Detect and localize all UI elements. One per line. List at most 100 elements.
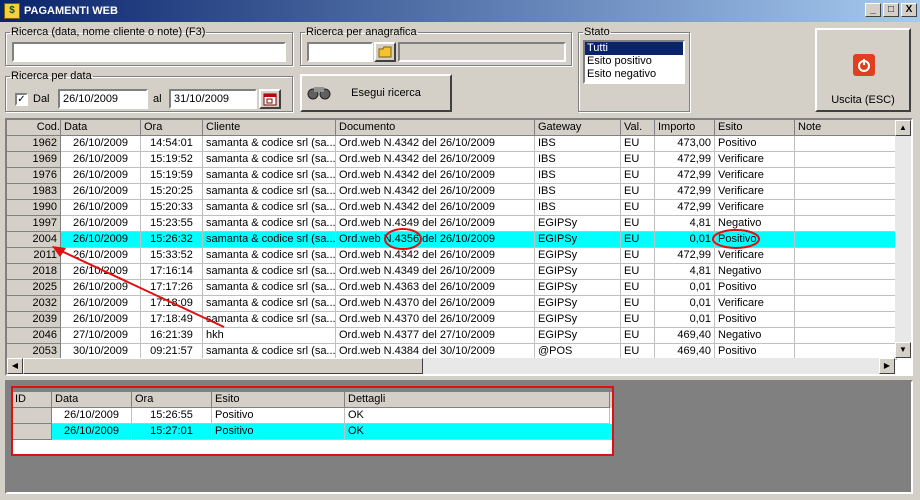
stato-option-tutti[interactable]: Tutti: [585, 42, 683, 55]
table-cell: Negativo: [715, 328, 795, 344]
stato-option-negativo[interactable]: Esito negativo: [585, 68, 683, 81]
table-cell: 4,81: [655, 264, 715, 280]
column-header[interactable]: Data: [61, 120, 141, 136]
table-cell: 472,99: [655, 248, 715, 264]
column-header[interactable]: Documento: [336, 120, 535, 136]
table-row[interactable]: 1997 26/10/2009 15:23:55 samanta & codice s…: [7, 216, 911, 232]
date-from-input[interactable]: 26/10/2009: [58, 89, 148, 109]
power-icon: [853, 54, 875, 76]
table-cell: 2039: [7, 312, 61, 328]
column-header[interactable]: Gateway: [535, 120, 621, 136]
table-cell: Verificare: [715, 168, 795, 184]
table-cell: Ord.web N.4342 del 26/10/2009: [336, 152, 535, 168]
table-row[interactable]: 2025 26/10/2009 17:17:26 samanta & codice s…: [7, 280, 911, 296]
anagrafica-input[interactable]: [307, 42, 373, 62]
table-cell: 1990: [7, 200, 61, 216]
table-cell: Verificare: [715, 152, 795, 168]
table-cell: IBS: [535, 168, 621, 184]
scroll-up-button[interactable]: ▲: [895, 120, 911, 136]
table-row[interactable]: 1976 26/10/2009 15:19:59 samanta & codice s…: [7, 168, 911, 184]
table-row[interactable]: 2011 26/10/2009 15:33:52 samanta & codice s…: [7, 248, 911, 264]
table-cell: 26/10/2009: [61, 280, 141, 296]
table-cell: 1962: [7, 136, 61, 152]
table-cell: samanta & codice srl (sa...: [203, 200, 336, 216]
dal-label: Dal: [33, 93, 50, 105]
table-cell: EU: [621, 280, 655, 296]
table-cell: EGIPSy: [535, 280, 621, 296]
stato-listbox[interactable]: Tutti Esito positivo Esito negativo: [583, 40, 685, 84]
vertical-scrollbar[interactable]: ▲ ▼: [895, 120, 911, 358]
al-label: al: [153, 93, 162, 105]
maximize-button[interactable]: □: [883, 3, 899, 17]
table-cell: 26/10/2009: [61, 264, 141, 280]
horizontal-scrollbar[interactable]: ◀ ▶: [7, 358, 895, 374]
table-cell: 15:19:59: [141, 168, 203, 184]
table-cell: [795, 168, 897, 184]
table-cell: Ord.web N.4342 del 26/10/2009: [336, 200, 535, 216]
table-cell: samanta & codice srl (sa...: [203, 184, 336, 200]
horizontal-scroll-thumb[interactable]: [23, 358, 423, 374]
stato-option-positivo[interactable]: Esito positivo: [585, 55, 683, 68]
table-cell: 1976: [7, 168, 61, 184]
column-header[interactable]: Ora: [141, 120, 203, 136]
date-to-input[interactable]: 31/10/2009: [169, 89, 257, 109]
exit-button[interactable]: Uscita (ESC): [815, 28, 911, 112]
table-row[interactable]: 2018 26/10/2009 17:16:14 samanta & codice s…: [7, 264, 911, 280]
table-cell: Ord.web N.4356 del 26/10/2009: [336, 232, 535, 248]
table-cell: [795, 200, 897, 216]
table-cell: Positivo: [715, 312, 795, 328]
table-cell: Verificare: [715, 248, 795, 264]
table-cell: 26/10/2009: [61, 152, 141, 168]
minimize-button[interactable]: _: [865, 3, 881, 17]
table-cell: Positivo: [715, 136, 795, 152]
table-cell: IBS: [535, 136, 621, 152]
table-row[interactable]: 2032 26/10/2009 17:18:09 samanta & codice s…: [7, 296, 911, 312]
table-row[interactable]: 1983 26/10/2009 15:20:25 samanta & codice s…: [7, 184, 911, 200]
table-cell: [795, 312, 897, 328]
table-row[interactable]: 2046 27/10/2009 16:21:39 hkh Ord.web N.4377 …: [7, 328, 911, 344]
table-cell: 16:21:39: [141, 328, 203, 344]
column-header[interactable]: Cod.: [7, 120, 61, 136]
detail-highlight-box: [11, 386, 614, 456]
table-cell: EU: [621, 312, 655, 328]
table-cell: EU: [621, 296, 655, 312]
scroll-left-button[interactable]: ◀: [7, 358, 23, 374]
column-header[interactable]: Note: [795, 120, 897, 136]
payments-grid-body: 1962 26/10/2009 14:54:01 samanta & codice s…: [7, 136, 911, 360]
column-header[interactable]: Esito: [715, 120, 795, 136]
table-cell: 26/10/2009: [61, 248, 141, 264]
table-cell: 1997: [7, 216, 61, 232]
payments-grid[interactable]: Cod. Data Ora Cliente Documento Gateway Val. Im…: [5, 118, 913, 376]
table-cell: EU: [621, 248, 655, 264]
table-row[interactable]: 2004 26/10/2009 15:26:32 samanta & codice s…: [7, 232, 911, 248]
table-cell: 15:33:52: [141, 248, 203, 264]
table-cell: [795, 296, 897, 312]
column-header[interactable]: Val.: [621, 120, 655, 136]
folder-button[interactable]: [374, 42, 396, 62]
column-header[interactable]: Cliente: [203, 120, 336, 136]
table-row[interactable]: 2039 26/10/2009 17:18:49 samanta & codice s…: [7, 312, 911, 328]
column-header[interactable]: Importo: [655, 120, 715, 136]
dal-checkbox[interactable]: ✓: [15, 93, 28, 106]
search-input[interactable]: [12, 42, 286, 62]
table-cell: Ord.web N.4342 del 26/10/2009: [336, 168, 535, 184]
table-cell: samanta & codice srl (sa...: [203, 168, 336, 184]
table-cell: 26/10/2009: [61, 136, 141, 152]
table-row[interactable]: 1990 26/10/2009 15:20:33 samanta & codice s…: [7, 200, 911, 216]
scroll-down-button[interactable]: ▼: [895, 342, 911, 358]
scroll-right-button[interactable]: ▶: [879, 358, 895, 374]
calendar-button[interactable]: [259, 89, 281, 109]
table-cell: EU: [621, 152, 655, 168]
table-cell: 15:23:55: [141, 216, 203, 232]
table-cell: [795, 136, 897, 152]
table-cell: 2025: [7, 280, 61, 296]
table-row[interactable]: 1969 26/10/2009 15:19:52 samanta & codice s…: [7, 152, 911, 168]
table-cell: samanta & codice srl (sa...: [203, 264, 336, 280]
table-cell: EU: [621, 216, 655, 232]
close-button[interactable]: X: [901, 3, 917, 17]
table-cell: Ord.web N.4370 del 26/10/2009: [336, 312, 535, 328]
calendar-icon: [263, 93, 277, 105]
table-row[interactable]: 1962 26/10/2009 14:54:01 samanta & codice s…: [7, 136, 911, 152]
exit-label: Uscita (ESC): [831, 94, 895, 106]
run-search-button[interactable]: Esegui ricerca: [300, 74, 452, 112]
